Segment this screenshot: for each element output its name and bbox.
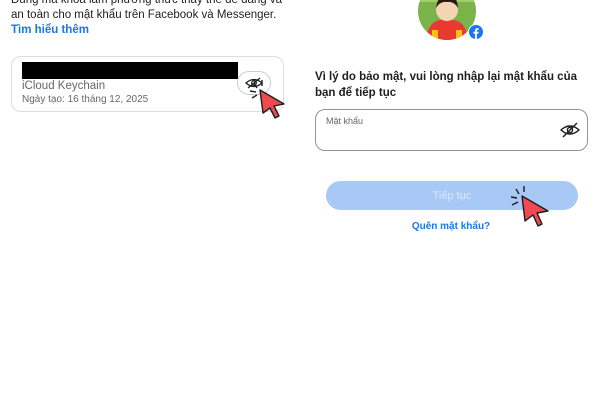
passkey-intro: Dùng mã khóa làm phương thức thay thế dễ… (11, 0, 283, 38)
redacted-account-name (22, 62, 238, 79)
continue-button[interactable]: Tiếp tục (326, 181, 578, 210)
page: Dùng mã khóa làm phương thức thay thế dễ… (0, 0, 600, 400)
facebook-badge (468, 24, 484, 40)
eye-off-icon[interactable] (560, 122, 580, 138)
password-label: Mật khẩu (326, 116, 364, 126)
passkey-card: iCloud Keychain Ngày tạo: 16 tháng 12, 2… (11, 56, 284, 112)
security-prompt: Vì lý do bảo mật, vui lòng nhập lại mật … (315, 71, 577, 99)
forgot-password-link[interactable]: Quên mật khẩu? (300, 221, 600, 232)
show-passkey-button[interactable] (237, 71, 271, 95)
eye-off-icon (245, 77, 263, 89)
passkey-panel: Dùng mã khóa làm phương thức thay thế dễ… (0, 0, 300, 400)
passkey-intro-text: Dùng mã khóa làm phương thức thay thế dễ… (11, 0, 282, 21)
password-field[interactable]: Mật khẩu (315, 109, 588, 151)
passkey-provider-name: iCloud Keychain (22, 80, 106, 92)
passkey-created-date: Ngày tạo: 16 tháng 12, 2025 (22, 94, 149, 105)
password-input[interactable] (324, 128, 558, 146)
reauth-panel: Vì lý do bảo mật, vui lòng nhập lại mật … (300, 0, 600, 400)
facebook-icon (469, 25, 483, 39)
learn-more-link[interactable]: Tìm hiểu thêm (11, 24, 89, 36)
